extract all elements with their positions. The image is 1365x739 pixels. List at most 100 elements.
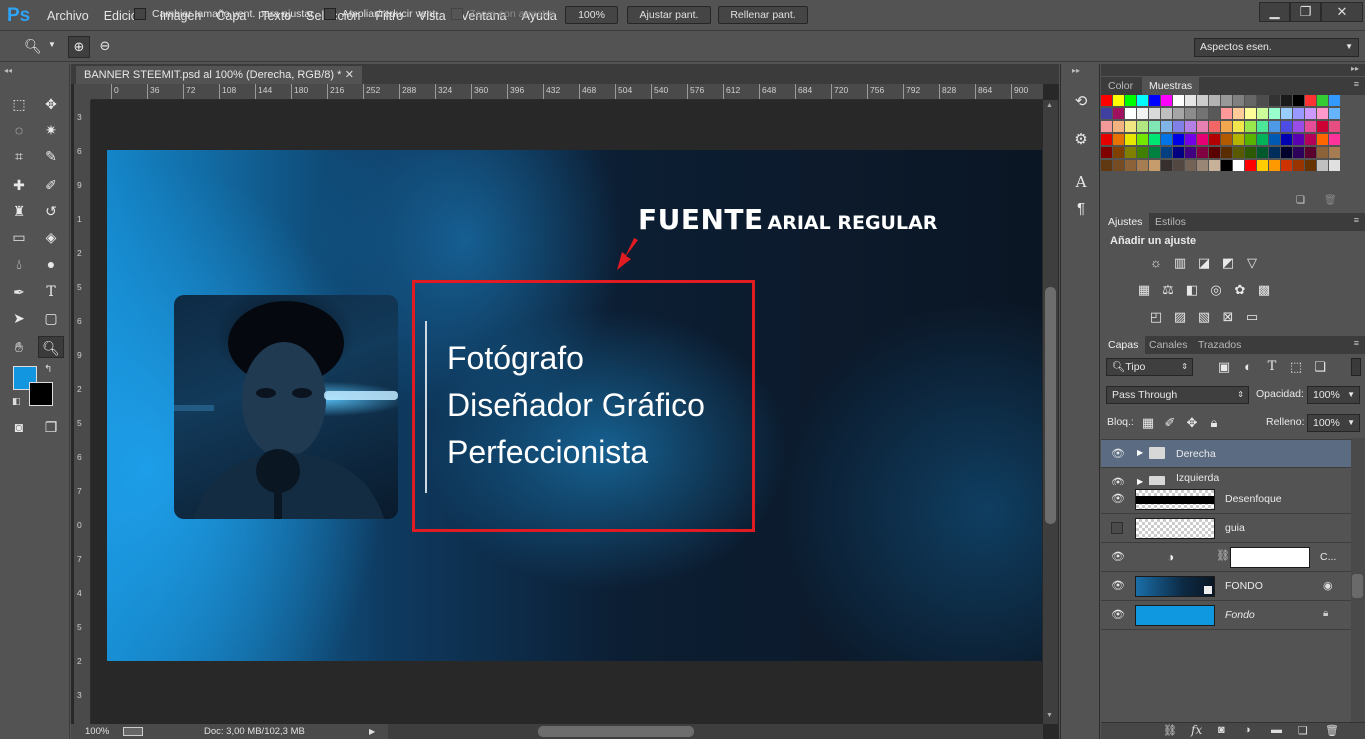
- swatch[interactable]: [1125, 108, 1136, 119]
- filter-shape-icon[interactable]: ⬚: [1288, 360, 1304, 374]
- visibility-eye-icon[interactable]: 👁︎: [1111, 580, 1125, 592]
- swatch[interactable]: [1173, 147, 1184, 158]
- swatch[interactable]: [1101, 134, 1112, 145]
- layer-filter-select[interactable]: 🔍︎Tipo ⇕: [1106, 358, 1193, 376]
- swatch[interactable]: [1245, 95, 1256, 106]
- swatch[interactable]: [1221, 108, 1232, 119]
- paint-bucket-tool-icon[interactable]: ◈: [38, 226, 64, 248]
- swatch[interactable]: [1305, 108, 1316, 119]
- visibility-eye-icon[interactable]: 👁︎: [1111, 493, 1125, 505]
- zoom-all-option[interactable]: Ampliar/reducir vent.: [324, 8, 438, 21]
- ruler-origin[interactable]: [74, 84, 91, 100]
- lock-all-icon[interactable]: 🔒︎: [1206, 416, 1222, 430]
- new-adjustment-icon[interactable]: ◑: [1244, 724, 1251, 736]
- swap-colors-icon[interactable]: ↰: [44, 364, 52, 375]
- swatch[interactable]: [1245, 134, 1256, 145]
- lock-transparent-icon[interactable]: ▦: [1140, 416, 1156, 430]
- swatch[interactable]: [1173, 121, 1184, 132]
- swatch[interactable]: [1185, 134, 1196, 145]
- swatch[interactable]: [1329, 147, 1340, 158]
- swatch[interactable]: [1209, 160, 1220, 171]
- delete-swatch-icon[interactable]: 🗑︎: [1324, 195, 1337, 206]
- link-layers-icon[interactable]: ⛓︎: [1163, 724, 1177, 737]
- selective-color-icon[interactable]: ⊠: [1220, 310, 1236, 324]
- panel-menu-icon[interactable]: ≡: [1354, 79, 1359, 89]
- swatch[interactable]: [1197, 121, 1208, 132]
- filter-pixel-icon[interactable]: ▣: [1216, 360, 1232, 374]
- swatch[interactable]: [1281, 134, 1292, 145]
- swatch[interactable]: [1233, 108, 1244, 119]
- swatch[interactable]: [1209, 134, 1220, 145]
- gradient-map-icon[interactable]: ▭: [1244, 310, 1260, 324]
- fill-field[interactable]: 100% ▼: [1307, 414, 1360, 432]
- swatch[interactable]: [1125, 134, 1136, 145]
- history-panel-icon[interactable]: ⟲: [1071, 92, 1091, 112]
- layers-scroll-thumb[interactable]: [1352, 574, 1363, 598]
- visibility-eye-icon[interactable]: 👁︎: [1111, 551, 1125, 563]
- collapse-arrows-icon[interactable]: ◂◂: [4, 66, 12, 75]
- swatch[interactable]: [1101, 95, 1112, 106]
- layer-row-fondo-smart[interactable]: 👁︎ FONDO ◉: [1101, 572, 1351, 601]
- swatch[interactable]: [1293, 108, 1304, 119]
- fill-screen-button[interactable]: Rellenar pant.: [718, 6, 808, 24]
- swatch[interactable]: [1125, 160, 1136, 171]
- swatch[interactable]: [1317, 147, 1328, 158]
- history-brush-tool-icon[interactable]: ↺: [38, 200, 64, 222]
- swatch[interactable]: [1221, 160, 1232, 171]
- add-mask-icon[interactable]: ◙: [1218, 724, 1225, 736]
- tab-color[interactable]: Color: [1101, 77, 1140, 95]
- swatch[interactable]: [1161, 147, 1172, 158]
- swatch[interactable]: [1305, 147, 1316, 158]
- zoom-in-icon[interactable]: ⊕: [68, 36, 90, 58]
- horizontal-scroll-thumb[interactable]: [538, 726, 694, 737]
- swatch[interactable]: [1197, 95, 1208, 106]
- swatch[interactable]: [1305, 121, 1316, 132]
- scroll-down-icon[interactable]: ▼: [1046, 712, 1053, 719]
- status-preview-icon[interactable]: [123, 727, 143, 736]
- minimize-button[interactable]: ▁: [1259, 2, 1290, 22]
- swatch[interactable]: [1113, 108, 1124, 119]
- lock-position-icon[interactable]: ✥: [1184, 416, 1200, 430]
- move-tool-icon[interactable]: ✥: [38, 93, 64, 115]
- swatch[interactable]: [1197, 134, 1208, 145]
- swatch[interactable]: [1209, 108, 1220, 119]
- new-layer-icon[interactable]: ❏: [1298, 724, 1308, 737]
- swatch[interactable]: [1185, 147, 1196, 158]
- swatch[interactable]: [1233, 134, 1244, 145]
- status-zoom[interactable]: 100%: [85, 724, 109, 739]
- swatch[interactable]: [1221, 95, 1232, 106]
- swatch[interactable]: [1329, 160, 1340, 171]
- swatch[interactable]: [1269, 147, 1280, 158]
- swatch[interactable]: [1137, 134, 1148, 145]
- levels-icon[interactable]: ▥: [1172, 256, 1188, 270]
- swatch[interactable]: [1173, 160, 1184, 171]
- swatch[interactable]: [1209, 147, 1220, 158]
- channel-mixer-icon[interactable]: ✿: [1232, 283, 1248, 297]
- swatch[interactable]: [1329, 108, 1340, 119]
- exposure-icon[interactable]: ◩: [1220, 256, 1236, 270]
- visibility-toggle-off[interactable]: [1111, 522, 1123, 534]
- layer-row-desenfoque[interactable]: 👁︎ Desenfoque: [1101, 485, 1351, 514]
- delete-layer-icon[interactable]: 🗑︎: [1325, 724, 1339, 737]
- swatch[interactable]: [1137, 160, 1148, 171]
- panel-menu-icon[interactable]: ≡: [1354, 215, 1359, 225]
- swatch[interactable]: [1257, 134, 1268, 145]
- swatch[interactable]: [1173, 108, 1184, 119]
- swatch[interactable]: [1233, 121, 1244, 132]
- crop-tool-icon[interactable]: ⌗: [6, 145, 32, 167]
- curves-icon[interactable]: ◪: [1196, 256, 1212, 270]
- horizontal-ruler[interactable]: 0 36 72 108 144 180 216 252 288 324 360 396 432 468 50…: [91, 84, 1043, 100]
- paragraph-panel-icon[interactable]: ¶: [1071, 200, 1091, 220]
- vibrance-icon[interactable]: ▽: [1244, 256, 1260, 270]
- swatch[interactable]: [1233, 147, 1244, 158]
- swatch[interactable]: [1149, 134, 1160, 145]
- zoom-all-checkbox[interactable]: [324, 8, 336, 21]
- brightness-contrast-icon[interactable]: ☼: [1148, 256, 1164, 270]
- layer-row-fondo-background[interactable]: 👁︎ Fondo 🔒︎: [1101, 601, 1351, 630]
- properties-panel-icon[interactable]: ⚙: [1071, 130, 1091, 150]
- swatches-grid[interactable]: [1101, 95, 1341, 181]
- swatch[interactable]: [1221, 121, 1232, 132]
- swatch[interactable]: [1209, 95, 1220, 106]
- swatch[interactable]: [1101, 108, 1112, 119]
- swatch[interactable]: [1281, 160, 1292, 171]
